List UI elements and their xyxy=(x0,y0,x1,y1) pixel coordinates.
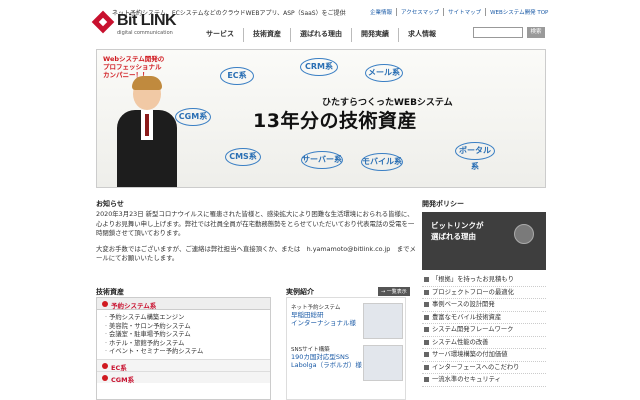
hero-speech-text: Webシステム開発の プロフェッショナル カンパニー！！ xyxy=(103,55,165,79)
tech-item[interactable]: 美容院・サロン予約システム xyxy=(105,323,270,332)
category-bullet-icon xyxy=(102,301,108,307)
tech-category-reservation[interactable]: 予約システム系 xyxy=(97,298,270,310)
logo-text: Bit LINK xyxy=(117,12,177,29)
util-link-company[interactable]: 企業情報 xyxy=(366,8,396,16)
policy-banner[interactable]: ビットリンクが 選ばれる理由 xyxy=(422,212,546,270)
policy-list: 「根拠」を持ったお見積もり プロジェクトフローの最適化 事例ベースの設計開発 豊… xyxy=(422,274,546,387)
policy-item[interactable]: システム開発フレームワーク xyxy=(422,324,546,337)
search-input[interactable] xyxy=(473,27,523,38)
policy-item[interactable]: 一流水準のセキュリティ xyxy=(422,374,546,387)
bubble-cgm: CGM系 xyxy=(175,108,211,126)
main-nav: サービス 技術資産 選ばれる理由 開発実績 求人情報 xyxy=(197,28,445,42)
bubble-ec: EC系 xyxy=(220,67,254,85)
news-paragraph-1: 2020年3月23日 新型コロナウイルスに罹患された皆様と、感染拡大により困難な… xyxy=(96,210,415,237)
cases-view-all-link[interactable]: → 一覧表示 xyxy=(378,287,410,296)
logo-subtext: digital communication xyxy=(117,30,173,36)
cases-box: ネット予約システム 早稲田総研 インターナショナル様 SNSサイト構築 190カ… xyxy=(286,297,406,400)
policy-item[interactable]: 豊富なモバイル技術資産 xyxy=(422,312,546,324)
cart-icon xyxy=(102,362,108,369)
utility-links: 企業情報 アクセスマップ サイトマップ WEBシステム開発 TOP xyxy=(366,8,552,16)
tech-category-cgm[interactable]: CGM系 xyxy=(97,370,270,384)
bubble-portal: ポータル系 xyxy=(455,142,495,171)
bubble-server: サーバー系 xyxy=(301,151,343,169)
cases-title: 実例紹介 xyxy=(286,288,314,296)
boy-illustration xyxy=(117,76,177,187)
news-title: お知らせ xyxy=(96,200,124,208)
bubble-mobile: モバイル系 xyxy=(361,153,403,171)
nav-recruit[interactable]: 求人情報 xyxy=(398,28,445,42)
tech-item[interactable]: 会議室・駐車場予約システム xyxy=(105,331,270,340)
policy-title: 開発ポリシー xyxy=(422,200,464,208)
case-item[interactable]: SNSサイト構築 190カ国対応型SNS Labolga（ラボルガ）様 xyxy=(291,345,403,381)
site-logo[interactable]: Bit LINK digital communication xyxy=(91,10,205,40)
policy-badge-icon xyxy=(514,224,534,244)
news-section: 2020年3月23日 新型コロナウイルスに罹患された皆様と、感染拡大により困難な… xyxy=(96,210,416,290)
policy-banner-text: ビットリンクが 選ばれる理由 xyxy=(431,221,484,241)
nav-services[interactable]: サービス xyxy=(197,28,243,42)
util-link-access[interactable]: アクセスマップ xyxy=(396,8,443,16)
util-link-web-top[interactable]: WEBシステム開発 TOP xyxy=(485,8,552,16)
tech-item-list: 予約システム構築エンジン 美容院・サロン予約システム 会議室・駐車場予約システム… xyxy=(97,310,270,359)
news-paragraph-2: 大変お手数ではございますが、ご連絡は弊社担当へ直接頂くか、または h.yamam… xyxy=(96,244,416,263)
policy-item[interactable]: 事例ベースの設計開発 xyxy=(422,299,546,312)
policy-item[interactable]: システム性能の改善 xyxy=(422,337,546,349)
bubble-mail: メール系 xyxy=(365,64,403,82)
tech-assets-box: 予約システム系 予約システム構築エンジン 美容院・サロン予約システム 会議室・駐… xyxy=(96,297,271,400)
case-item[interactable]: ネット予約システム 早稲田総研 インターナショナル様 xyxy=(291,303,403,339)
tech-category-ec[interactable]: EC系 xyxy=(97,358,270,372)
category-bullet-icon xyxy=(102,374,108,381)
bubble-crm: CRM系 xyxy=(300,58,338,76)
policy-item[interactable]: サーバ環境構築の付加価値 xyxy=(422,349,546,362)
tech-item[interactable]: ホテル・旅館予約システム xyxy=(105,340,270,349)
nav-works[interactable]: 開発実績 xyxy=(351,28,398,42)
hero-banner[interactable]: Webシステム開発の プロフェッショナル カンパニー！！ EC系 CRM系 メー… xyxy=(96,49,546,188)
logo-mark-icon xyxy=(91,10,115,34)
bubble-cms: CMS系 xyxy=(225,148,261,166)
policy-item[interactable]: インターフェースへのこだわり xyxy=(422,362,546,374)
tech-item[interactable]: イベント・セミナー予約システム xyxy=(105,348,270,357)
tech-item[interactable]: 予約システム構築エンジン xyxy=(105,314,270,323)
policy-item[interactable]: 「根拠」を持ったお見積もり xyxy=(422,274,546,287)
hero-title: 13年分の技術資産 xyxy=(253,110,417,132)
nav-reasons[interactable]: 選ばれる理由 xyxy=(290,28,351,42)
tech-category-label: CGM系 xyxy=(111,375,135,384)
util-link-sitemap[interactable]: サイトマップ xyxy=(443,8,485,16)
case-thumbnail xyxy=(363,303,403,339)
search-button[interactable]: 検索 xyxy=(527,27,545,38)
case-thumbnail xyxy=(363,345,403,381)
policy-item[interactable]: プロジェクトフローの最適化 xyxy=(422,287,546,299)
site-header: ネット予約システム、ECシステムなどのクラウドWEBアプリ、ASP（SaaS）を… xyxy=(0,0,640,46)
nav-tech-assets[interactable]: 技術資産 xyxy=(243,28,290,42)
tech-category-label: 予約システム系 xyxy=(111,302,157,310)
tech-title: 技術資産 xyxy=(96,288,124,296)
